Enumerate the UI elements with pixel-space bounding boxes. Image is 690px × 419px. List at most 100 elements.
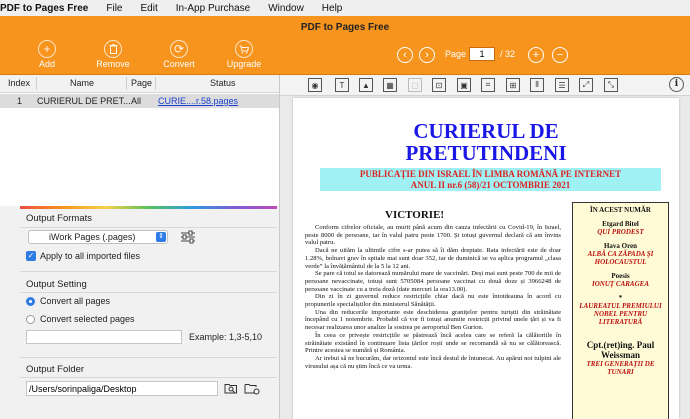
column-header-page[interactable]: Page	[131, 78, 152, 88]
plus-icon: +	[532, 48, 540, 61]
toolbar: + Add Remove ⟳ Convert Upgrade ‹ › Page …	[0, 38, 690, 75]
sliders-icon[interactable]	[180, 230, 196, 244]
apply-all-label: Apply to all imported files	[40, 251, 141, 261]
contents-article-title: IONUȚ CARAGEA	[592, 280, 649, 288]
rows-icon[interactable]: ☰	[555, 78, 569, 92]
contents-author: Poesis	[611, 272, 630, 280]
upgrade-button[interactable]: Upgrade	[219, 38, 269, 74]
article-body: Conform cifrelor oficiale, au murit până…	[305, 224, 561, 419]
newspaper-subtitle-band: PUBLICAȚIE DIN ISRAEL ÎN LIMBA ROMÂNĂ PE…	[320, 168, 661, 191]
section-divider	[20, 227, 277, 228]
row-page: All	[131, 96, 142, 106]
chevron-left-icon: ‹	[403, 48, 407, 61]
info-icon[interactable]: i	[669, 77, 684, 92]
previous-page-button[interactable]: ‹	[397, 47, 413, 63]
convert-selected-radio[interactable]	[26, 315, 35, 324]
text-select-icon[interactable]: T	[335, 78, 349, 92]
image-select-icon[interactable]: ▲	[359, 78, 373, 92]
zoom-out-button[interactable]: −	[552, 47, 568, 63]
output-formats-title: Output Formats	[26, 213, 92, 224]
zoom-in-button[interactable]: +	[528, 47, 544, 63]
output-format-select[interactable]: iWork Pages (.pages) ⇕	[28, 230, 168, 244]
row-index: 1	[17, 96, 23, 106]
section-divider	[20, 377, 277, 378]
pdf-page: CURIERUL DE PRETUTINDENI PUBLICAȚIE DIN …	[293, 98, 679, 419]
column-header-index[interactable]: Index	[8, 78, 30, 88]
pdf-viewer: ◉ T ▲ ▦ ▢ ⊡ ▣ ⌗ ⊞ ⫴ ☰ ⤢ ⤡ i CURIERUL DE …	[280, 75, 690, 419]
column-separator	[36, 77, 37, 90]
output-folder-title: Output Folder	[26, 364, 85, 375]
section-divider	[20, 292, 277, 293]
table-row[interactable]: 1 CURIERUL DE PRET... All CURIE....r.58.…	[0, 94, 279, 108]
remove-label: Remove	[96, 59, 130, 69]
column-header-name[interactable]: Name	[70, 78, 94, 88]
output-folder-input[interactable]	[26, 381, 218, 396]
menu-app-name[interactable]: PDF to Pages Free	[0, 3, 88, 14]
open-folder-icon[interactable]	[244, 382, 260, 395]
menu-file[interactable]: File	[106, 3, 122, 14]
frame-icon[interactable]: ▣	[457, 78, 471, 92]
contents-author: Etgard Bitel	[602, 220, 639, 228]
expand-icon[interactable]: ⤢	[579, 78, 593, 92]
region-select-icon[interactable]: ▢	[408, 78, 422, 92]
contents-article-title: ALBĂ CA ZĂPADA ȘI HOLOCAUSTUL	[587, 250, 654, 266]
article-title: VICTORIE!	[385, 209, 445, 221]
checkmark-icon: ✓	[27, 251, 35, 260]
row-status-link[interactable]: CURIE....r.58.pages	[158, 96, 238, 106]
page-number-input[interactable]	[469, 47, 495, 61]
rainbow-divider	[20, 206, 277, 209]
collapse-icon[interactable]: ⤡	[604, 78, 618, 92]
convert-all-label: Convert all pages	[40, 296, 111, 306]
crop-icon[interactable]: ⌗	[481, 78, 495, 92]
table-select-icon[interactable]: ▦	[383, 78, 397, 92]
column-header-status[interactable]: Status	[210, 78, 236, 88]
cart-icon	[235, 40, 253, 58]
contents-author: Hava Oren	[603, 242, 638, 250]
output-setting-title: Output Setting	[26, 279, 87, 290]
add-button[interactable]: + Add	[22, 38, 72, 74]
folder-search-icon[interactable]	[224, 382, 238, 395]
remove-button[interactable]: Remove	[88, 38, 138, 74]
plus-icon: +	[38, 40, 56, 58]
contents-heading: ÎN ACEST NUMĂR	[590, 206, 651, 214]
menu-bar: PDF to Pages Free File Edit In-App Purch…	[0, 0, 690, 17]
convert-selected-label: Convert selected pages	[40, 314, 135, 324]
file-table-header: Index Name Page Status	[0, 75, 279, 93]
subtitle-line2: ANUL II nr.6 (58)/21 OCTOMBRIE 2021	[410, 179, 571, 190]
convert-label: Convert	[163, 59, 195, 69]
menu-in-app-purchase[interactable]: In-App Purchase	[176, 3, 251, 14]
newspaper-title-line2: PRETUTINDENI	[405, 141, 567, 165]
window-title: PDF to Pages Free	[300, 21, 390, 33]
article-paragraph: Se pare că totul se datorează numărului …	[305, 270, 561, 293]
newspaper-title-line1: CURIERUL DE	[413, 119, 559, 143]
subtitle-line1: PUBLICAȚIE DIN ISRAEL ÎN LIMBA ROMÂNĂ PE…	[359, 169, 622, 179]
layout-icon[interactable]: ⊡	[432, 78, 446, 92]
columns-icon[interactable]: ⫴	[530, 78, 544, 92]
menu-help[interactable]: Help	[322, 3, 343, 14]
convert-all-radio[interactable]	[26, 297, 35, 306]
next-page-button[interactable]: ›	[419, 47, 435, 63]
convert-button[interactable]: ⟳ Convert	[154, 38, 204, 74]
contents-box: ÎN ACEST NUMĂR Etgard Bitel QUI PRODEST …	[572, 202, 669, 419]
chevron-right-icon: ›	[425, 48, 429, 61]
newspaper-title: CURIERUL DE PRETUTINDENI	[293, 120, 679, 164]
section-divider	[20, 271, 277, 272]
eye-icon[interactable]: ◉	[308, 78, 322, 92]
view-toolbar: ◉ T ▲ ▦ ▢ ⊡ ▣ ⌗ ⊞ ⫴ ☰ ⤢ ⤡ i	[280, 75, 690, 96]
minus-icon: −	[556, 48, 564, 61]
page-total: / 32	[500, 49, 516, 59]
contents-separator: *	[618, 294, 623, 302]
chevron-updown-icon: ⇕	[156, 232, 166, 242]
apply-all-checkbox[interactable]: ✓	[26, 251, 36, 261]
trash-icon	[104, 40, 122, 58]
menu-window[interactable]: Window	[268, 3, 304, 14]
menu-edit[interactable]: Edit	[140, 3, 157, 14]
grid-icon[interactable]: ⊞	[506, 78, 520, 92]
contents-article-title: TREI GENERAȚII DE TUNARI	[586, 360, 655, 376]
page-range-example: Example: 1,3-5,10	[189, 332, 263, 342]
output-format-value: iWork Pages (.pages)	[49, 232, 136, 242]
page-range-input[interactable]	[26, 330, 182, 344]
contents-author: Cpt.(ret)ing. Paul Weissman	[586, 340, 655, 360]
article-paragraph: Conform cifrelor oficiale, au murit până…	[305, 224, 561, 247]
row-name: CURIERUL DE PRET...	[37, 96, 131, 106]
